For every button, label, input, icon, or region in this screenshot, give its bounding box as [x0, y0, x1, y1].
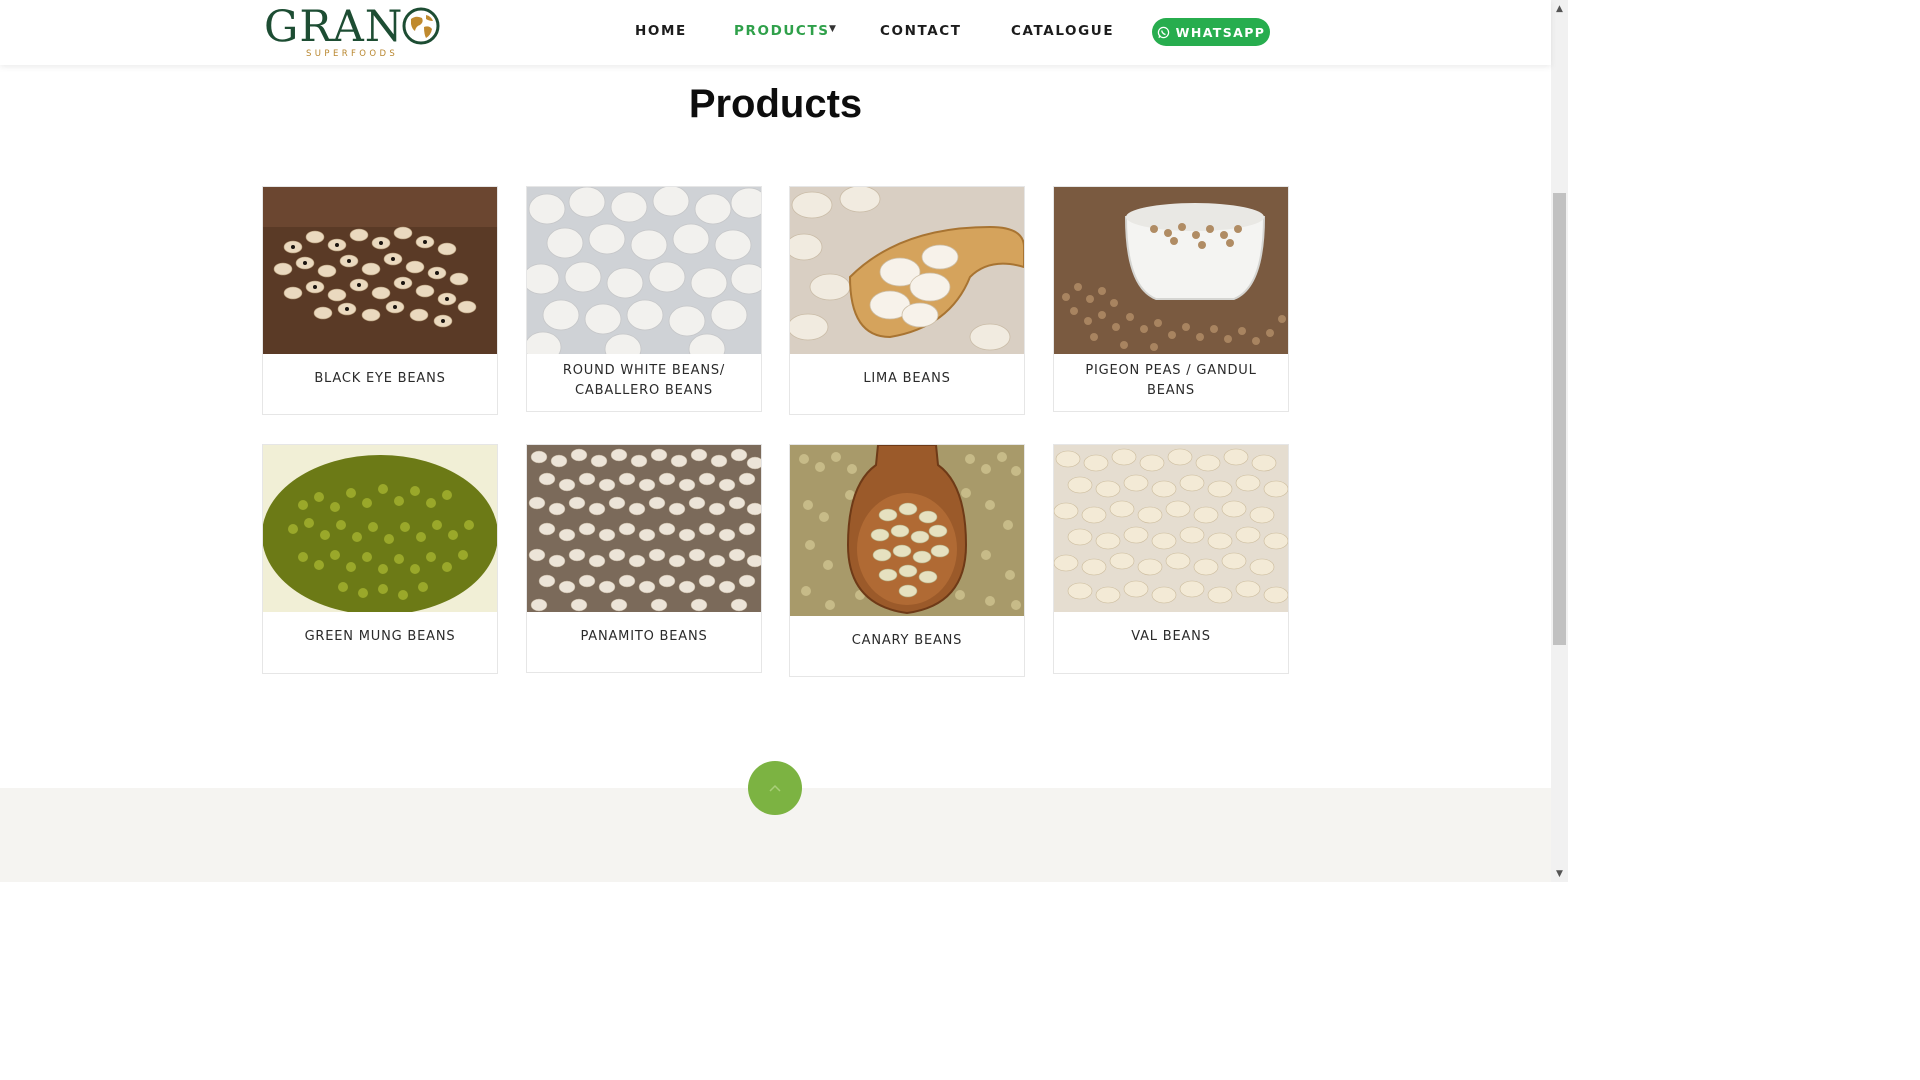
product-card-round-white-beans[interactable]: ROUND WHITE BEANS/ CABALLERO BEANS	[526, 186, 762, 412]
product-name[interactable]: ROUND WHITE BEANS/ CABALLERO BEANS	[527, 361, 761, 401]
product-card-lima-beans[interactable]: LIMA BEANS	[789, 186, 1025, 415]
nav-catalogue[interactable]: CATALOGUE	[1011, 23, 1114, 39]
product-card-black-eye-beans[interactable]: BLACK EYE BEANS	[262, 186, 498, 415]
canary-beans-image[interactable]	[790, 445, 1024, 616]
product-name[interactable]: VAL BEANS	[1054, 627, 1288, 647]
dropdown-caret-icon[interactable]: ▼	[829, 24, 836, 34]
whatsapp-label: WHATSAPP	[1175, 24, 1266, 40]
nav-contact[interactable]: CONTACT	[880, 23, 962, 39]
scroll-up-arrow-icon[interactable]: ▲	[1551, 0, 1568, 17]
panamito-beans-image[interactable]	[527, 445, 761, 612]
vertical-scrollbar[interactable]: ▲ ▼	[1551, 0, 1568, 882]
scroll-to-top-button[interactable]	[748, 761, 802, 815]
logo-tagline: SUPERFOODS	[306, 49, 399, 59]
nav-home[interactable]: HOME	[635, 23, 687, 39]
site-header: GRANO SUPERFOODS HOME PRODUCTS ▼ CONTACT…	[0, 0, 1551, 65]
product-card-green-mung-beans[interactable]: GREEN MUNG BEANS	[262, 444, 498, 674]
product-card-pigeon-peas[interactable]: PIGEON PEAS / GANDUL BEANS	[1053, 186, 1289, 412]
round-white-beans-image[interactable]	[527, 187, 761, 354]
product-name[interactable]: PANAMITO BEANS	[527, 627, 761, 647]
whatsapp-button[interactable]: WHATSAPP	[1152, 18, 1270, 46]
grano-logo[interactable]: GRANO SUPERFOODS	[264, 4, 444, 60]
page-title: Products	[688, 82, 863, 126]
scrollbar-thumb[interactable]	[1553, 193, 1566, 645]
nav-products[interactable]: PRODUCTS	[734, 23, 830, 39]
product-name[interactable]: BLACK EYE BEANS	[263, 369, 497, 389]
pigeon-peas-image[interactable]	[1054, 187, 1288, 354]
chevron-up-icon	[769, 784, 781, 792]
scroll-down-arrow-icon[interactable]: ▼	[1551, 865, 1568, 882]
black-eye-beans-image[interactable]	[263, 187, 497, 354]
product-name[interactable]: CANARY BEANS	[790, 631, 1024, 651]
product-name[interactable]: PIGEON PEAS / GANDUL BEANS	[1054, 361, 1288, 401]
product-card-canary-beans[interactable]: CANARY BEANS	[789, 444, 1025, 677]
product-card-val-beans[interactable]: VAL BEANS	[1053, 444, 1289, 674]
lima-beans-image[interactable]	[790, 187, 1024, 354]
product-card-panamito-beans[interactable]: PANAMITO BEANS	[526, 444, 762, 673]
product-name[interactable]: GREEN MUNG BEANS	[263, 627, 497, 647]
globe-icon	[402, 7, 440, 45]
green-mung-beans-image[interactable]	[263, 445, 497, 612]
val-beans-image[interactable]	[1054, 445, 1288, 612]
product-name[interactable]: LIMA BEANS	[790, 369, 1024, 389]
whatsapp-icon	[1157, 26, 1169, 38]
